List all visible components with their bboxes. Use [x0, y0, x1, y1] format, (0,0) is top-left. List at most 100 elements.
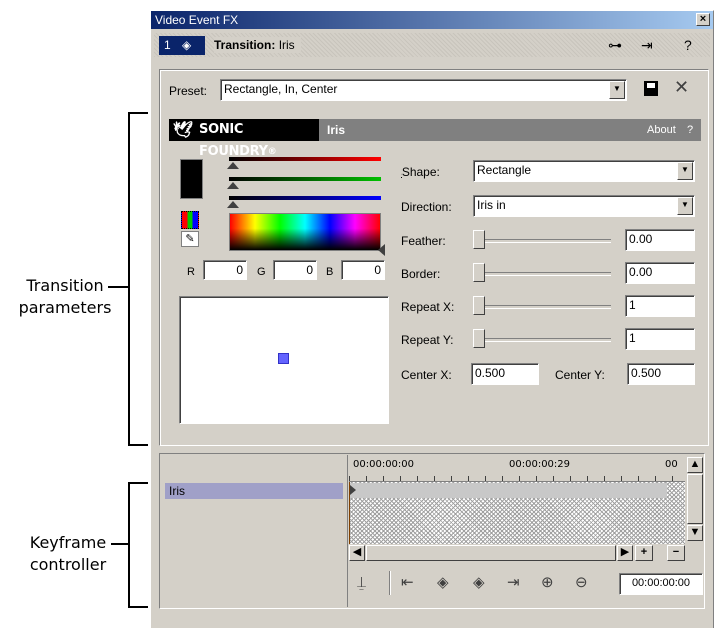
transition-label: Transition:	[214, 38, 276, 52]
timeline-area[interactable]	[349, 482, 685, 544]
feather-slider[interactable]	[473, 229, 611, 251]
plugin-name: Iris	[327, 123, 346, 137]
slider-green-track[interactable]	[229, 177, 381, 181]
ruler[interactable]: 00:00:00:00 00:00:00:29 00	[349, 455, 685, 482]
delete-keyframe-icon[interactable]: ⊖	[575, 574, 588, 592]
feather-field[interactable]: 0.00	[625, 229, 695, 251]
border-field[interactable]: 0.00	[625, 262, 695, 284]
zoom-out-button[interactable]: −	[667, 545, 685, 561]
repeat-y-thumb[interactable]	[473, 329, 485, 348]
b-field[interactable]: 0	[341, 260, 385, 280]
shape-value: Rectangle	[477, 163, 532, 177]
chain-chip[interactable]: 1 ◈	[159, 36, 205, 55]
plugin-icon: ◈	[182, 38, 192, 52]
slider-blue-track[interactable]	[229, 196, 381, 200]
chevron-down-icon[interactable]: ▼	[677, 162, 693, 180]
callout-transition-parameters: Transition parameters	[10, 275, 120, 319]
brand-name: SONIC FOUNDRY	[199, 122, 268, 159]
scroll-down-button[interactable]: ▼	[687, 525, 703, 541]
shape-label: SShape:	[401, 164, 440, 180]
sonic-foundry-logo: 🕊 SONIC FOUNDRY®	[169, 119, 319, 159]
ruler-ticks	[349, 476, 685, 481]
registered-mark: ®	[267, 147, 277, 157]
track-row-iris[interactable]: Iris	[165, 483, 343, 499]
scroll-left-button[interactable]: ◀	[349, 545, 365, 561]
preview-canvas[interactable]	[179, 296, 389, 424]
callout-line-2: controller	[29, 555, 107, 574]
help-icon[interactable]: ?	[684, 37, 692, 53]
track-label: Iris	[169, 484, 185, 498]
sync-cursor-icon[interactable]: ⍊	[357, 574, 366, 592]
repeat-x-field[interactable]: 1	[625, 295, 695, 317]
vertical-scrollbar[interactable]: ▲ ▼	[687, 457, 703, 547]
center-marker[interactable]	[278, 353, 289, 364]
shape-dropdown[interactable]: Rectangle ▼	[473, 160, 695, 182]
center-x-value: 0.500	[475, 366, 506, 380]
keyframe-time-field[interactable]: 00:00:00:00	[619, 573, 703, 595]
plugin-chain-header: 1 ◈ Transition: Iris ⊶ ⇥ ?	[154, 33, 710, 57]
callout-connector	[111, 543, 129, 545]
repeat-x-label: Repeat X:	[401, 300, 455, 314]
spectrum-overlay	[230, 214, 380, 250]
repeat-y-slider[interactable]	[473, 328, 611, 350]
next-keyframe-icon[interactable]: ◈	[473, 574, 485, 592]
slider-green-thumb[interactable]	[227, 182, 239, 189]
horizontal-scrollbar[interactable]: ◀ ▶ + −	[349, 545, 703, 561]
feather-value: 0.00	[629, 232, 653, 246]
scroll-up-button[interactable]: ▲	[687, 457, 703, 473]
iris-keyframe-row[interactable]	[349, 483, 667, 498]
scroll-thumb[interactable]	[687, 474, 703, 524]
keyframe-marker[interactable]	[350, 485, 356, 495]
save-icon[interactable]	[644, 81, 658, 96]
border-slider[interactable]	[473, 262, 611, 284]
repeat-y-value: 1	[629, 331, 636, 345]
center-y-field[interactable]: 0.500	[627, 363, 695, 385]
palette-icon[interactable]	[181, 211, 199, 229]
slider-red-thumb[interactable]	[227, 162, 239, 169]
first-keyframe-icon[interactable]: ⇤	[401, 574, 414, 592]
repeat-x-thumb[interactable]	[473, 296, 485, 315]
about-link[interactable]: About	[647, 123, 676, 137]
b-label: B	[326, 266, 334, 278]
repeat-y-field[interactable]: 1	[625, 328, 695, 350]
r-label: R	[187, 266, 195, 278]
last-keyframe-icon[interactable]: ⇥	[507, 574, 520, 592]
b-value: 0	[374, 263, 381, 277]
chevron-down-icon[interactable]: ▼	[677, 197, 693, 215]
video-event-fx-window: Video Event FX × 1 ◈ Transition: Iris ⊶ …	[150, 10, 714, 628]
slider-blue-thumb[interactable]	[227, 201, 239, 208]
callout-keyframe-controller: Keyframe controller	[18, 532, 118, 576]
remove-plugin-icon[interactable]: ⇥	[641, 37, 653, 53]
scroll-right-button[interactable]: ▶	[617, 545, 633, 561]
g-field[interactable]: 0	[273, 260, 317, 280]
border-label: Border:	[401, 267, 441, 281]
previous-keyframe-icon[interactable]: ◈	[437, 574, 449, 592]
feather-thumb[interactable]	[473, 230, 485, 249]
brightness-thumb[interactable]	[378, 244, 385, 256]
header-text: Transition: Iris	[214, 37, 301, 53]
color-swatch[interactable]	[180, 159, 203, 199]
chevron-down-icon[interactable]: ▼	[609, 81, 625, 99]
eyedropper-icon[interactable]: ✎	[181, 231, 199, 247]
plugin-help-link[interactable]: ?	[687, 123, 693, 137]
callout-line-1: Transition	[26, 276, 104, 295]
toolbar-divider	[389, 571, 391, 595]
window-title: Video Event FX	[155, 13, 239, 27]
zoom-in-button[interactable]: +	[635, 545, 653, 561]
title-bar[interactable]: Video Event FX ×	[151, 11, 713, 29]
r-field[interactable]: 0	[203, 260, 247, 280]
add-keyframe-icon[interactable]: ⊕	[541, 574, 554, 592]
center-x-field[interactable]: 0.500	[471, 363, 539, 385]
transition-name: Iris	[278, 38, 295, 52]
preset-dropdown[interactable]: Rectangle, In, Center ▼	[220, 79, 627, 101]
slider-red-track[interactable]	[229, 157, 381, 161]
ruler-mid: 00:00:00:29	[509, 459, 571, 470]
delete-icon[interactable]: ✕	[674, 77, 689, 97]
h-scroll-thumb[interactable]	[366, 545, 616, 561]
repeat-x-slider[interactable]	[473, 295, 611, 317]
callout-connector	[108, 286, 129, 288]
close-button[interactable]: ×	[696, 13, 710, 26]
direction-dropdown[interactable]: Iris in ▼	[473, 195, 695, 217]
plugin-chain-icon[interactable]: ⊶	[608, 37, 622, 53]
border-thumb[interactable]	[473, 263, 485, 282]
